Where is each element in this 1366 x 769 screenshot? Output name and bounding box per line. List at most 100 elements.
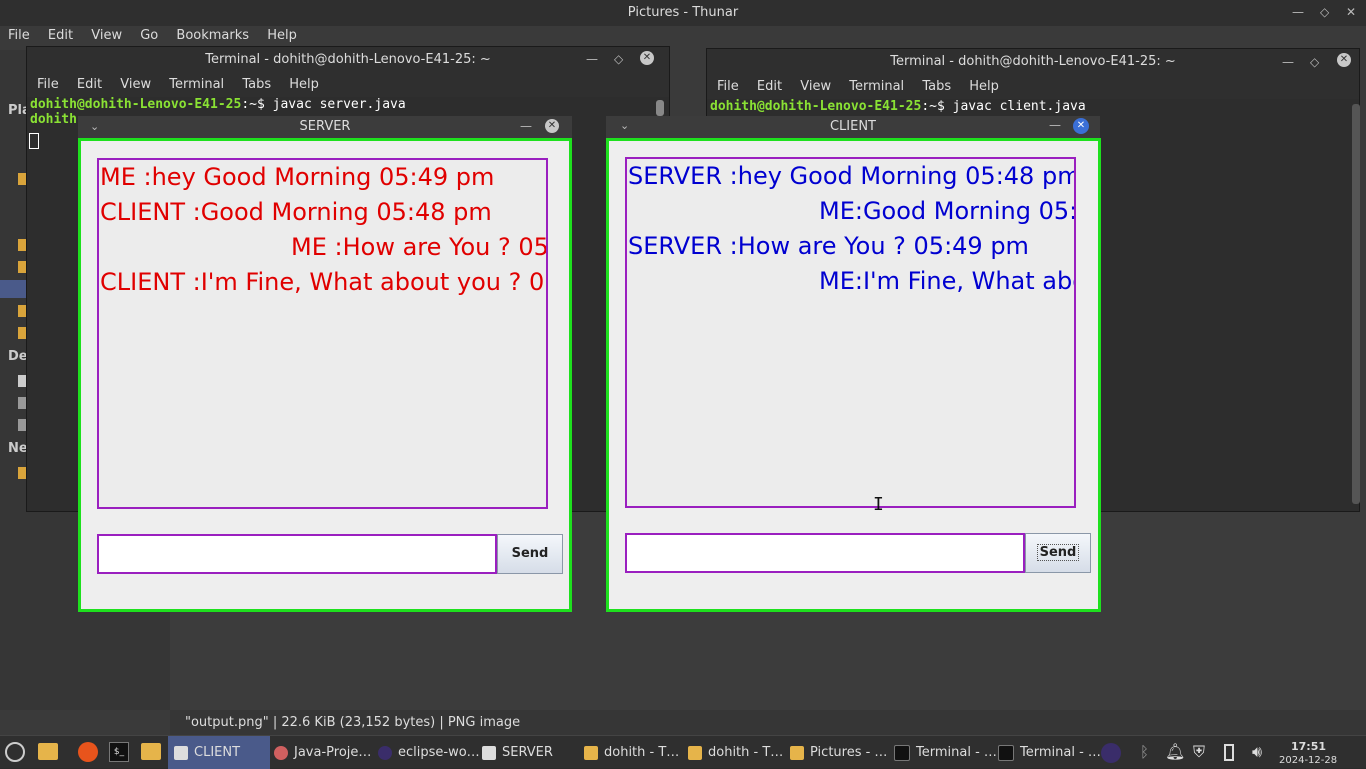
message-line: ME:Good Morning 05:48 pm (819, 197, 1074, 225)
message-line: CLIENT :Good Morning 05:48 pm (100, 198, 492, 226)
menu-file[interactable]: File (8, 28, 30, 43)
terminal-close-icon[interactable]: ✕ (1337, 53, 1351, 67)
terminal-menubar: File Edit View Terminal Tabs Help (27, 73, 669, 97)
client-message-input[interactable] (625, 533, 1025, 573)
clock-date[interactable]: 2024-12-28 (1279, 755, 1337, 766)
terminal-menubar: File Edit View Terminal Tabs Help (707, 75, 1359, 99)
menu-go[interactable]: Go (140, 28, 158, 43)
menu-terminal[interactable]: Terminal (849, 79, 904, 94)
message-line: CLIENT :I'm Fine, What about you ? 05:49… (100, 268, 546, 296)
terminal-cwd: :~$ (241, 97, 273, 112)
taskbar-item-label: dohith - T… (708, 745, 784, 760)
show-desktop-icon[interactable] (38, 743, 58, 760)
terminal-maximize-icon[interactable]: ◇ (1310, 55, 1319, 69)
menu-file[interactable]: File (37, 77, 59, 92)
message-line: SERVER :hey Good Morning 05:48 pm (628, 162, 1076, 190)
menu-help[interactable]: Help (267, 28, 297, 43)
taskbar-item-label: Pictures - … (810, 745, 888, 760)
eclipse-icon (378, 745, 392, 760)
terminal-close-icon[interactable]: ✕ (640, 51, 654, 65)
taskbar-item-dohith-1[interactable]: dohith - T… (584, 736, 684, 769)
scrollbar-track[interactable] (1352, 104, 1360, 504)
client-send-button[interactable]: Send (1025, 533, 1091, 573)
menu-edit[interactable]: Edit (757, 79, 782, 94)
menu-view[interactable]: View (120, 77, 151, 92)
server-message-input[interactable] (97, 534, 497, 574)
thunar-minimize-icon[interactable]: — (1292, 5, 1304, 19)
taskbar-item-label: Terminal - … (916, 745, 997, 760)
folder-icon[interactable] (18, 261, 26, 273)
drive-icon[interactable] (18, 419, 26, 431)
terminal-output[interactable]: dohith@dohith-Lenovo-E41-25:~$ javac cli… (707, 99, 1359, 114)
taskbar-item-pictures[interactable]: Pictures - … (790, 736, 890, 769)
taskbar-item-server[interactable]: SERVER (482, 736, 582, 769)
client-close-icon[interactable]: ✕ (1073, 118, 1089, 134)
menu-view[interactable]: View (800, 79, 831, 94)
taskbar-item-client[interactable]: CLIENT (168, 736, 270, 769)
client-message-area[interactable]: SERVER :hey Good Morning 05:48 pm ME:Goo… (625, 157, 1076, 508)
message-line: ME:I'm Fine, What about you ? 05:49 pm (819, 267, 1074, 295)
thunar-statusbar: "output.png" | 22.6 KiB (23,152 bytes) |… (170, 710, 1366, 735)
taskbar-item-label: CLIENT (194, 745, 241, 760)
server-window: ME :hey Good Morning 05:49 pm CLIENT :Go… (78, 138, 572, 612)
taskbar-item-label: dohith - T… (604, 745, 680, 760)
folder-icon[interactable] (18, 239, 26, 251)
window-menu-icon[interactable]: ⌄ (620, 119, 629, 132)
server-message-area[interactable]: ME :hey Good Morning 05:49 pm CLIENT :Go… (97, 158, 548, 509)
menu-view[interactable]: View (91, 28, 122, 43)
server-minimize-icon[interactable]: — (520, 119, 532, 133)
server-title: SERVER (78, 116, 572, 138)
bluetooth-icon[interactable]: ᛒ (1140, 743, 1149, 761)
taskbar: $_ CLIENT Java-Proje… eclipse-wo… SERVER… (0, 735, 1366, 769)
terminal-launcher-icon[interactable]: $_ (109, 742, 129, 762)
menu-tabs[interactable]: Tabs (922, 79, 951, 94)
folder-icon[interactable] (18, 305, 26, 317)
menu-help[interactable]: Help (289, 77, 319, 92)
battery-icon[interactable] (1224, 744, 1234, 761)
terminal-minimize-icon[interactable]: — (1282, 55, 1294, 69)
taskbar-item-dohith-2[interactable]: dohith - T… (688, 736, 788, 769)
network-icon[interactable] (18, 467, 26, 479)
folder-icon[interactable] (18, 327, 26, 339)
taskbar-item-label: Terminal - … (1020, 745, 1101, 760)
folder-icon (688, 745, 702, 760)
terminal-minimize-icon[interactable]: — (586, 52, 598, 66)
clock-time[interactable]: 17:51 (1291, 740, 1326, 753)
window-menu-icon[interactable]: ⌄ (90, 120, 99, 133)
menu-edit[interactable]: Edit (77, 77, 102, 92)
menu-file[interactable]: File (717, 79, 739, 94)
scrollbar-thumb[interactable] (656, 100, 664, 116)
drive-icon[interactable] (18, 375, 26, 387)
taskbar-item-terminal-1[interactable]: Terminal - … (894, 736, 997, 769)
client-minimize-icon[interactable]: — (1049, 118, 1061, 132)
taskbar-item-terminal-2[interactable]: Terminal - … (998, 736, 1101, 769)
terminal-icon (894, 744, 910, 761)
server-close-icon[interactable]: ✕ (545, 119, 559, 133)
notifications-icon[interactable]: 🔔︎ (1165, 742, 1185, 761)
server-titlebar[interactable]: SERVER (78, 116, 572, 138)
thunar-title: Pictures - Thunar (0, 0, 1366, 26)
terminal-maximize-icon[interactable]: ◇ (614, 52, 623, 66)
client-titlebar[interactable]: CLIENT (606, 116, 1100, 138)
sidebar-item-selected[interactable] (0, 280, 26, 298)
menu-terminal[interactable]: Terminal (169, 77, 224, 92)
thunar-maximize-icon[interactable]: ◇ (1320, 5, 1329, 19)
menu-tabs[interactable]: Tabs (242, 77, 271, 92)
message-line: ME :How are You ? 05:49 pm (291, 233, 548, 261)
folder-icon[interactable] (18, 173, 26, 185)
thunar-menubar: File Edit View Go Bookmarks Help (0, 28, 303, 48)
volume-icon[interactable]: 🔊︎ (1252, 742, 1262, 762)
drive-icon[interactable] (18, 397, 26, 409)
menu-icon[interactable] (5, 742, 25, 762)
server-send-button[interactable]: Send (497, 534, 563, 574)
firefox-icon[interactable] (78, 742, 98, 762)
files-icon[interactable] (141, 743, 161, 760)
update-shield-icon[interactable]: ⛨ (1193, 742, 1205, 762)
eclipse-tray-icon[interactable] (1101, 743, 1121, 763)
menu-edit[interactable]: Edit (48, 28, 73, 43)
thunar-close-icon[interactable]: ✕ (1346, 5, 1356, 19)
taskbar-item-eclipse[interactable]: eclipse-wo… (378, 736, 480, 769)
taskbar-item-java-project[interactable]: Java-Proje… (274, 736, 374, 769)
menu-help[interactable]: Help (969, 79, 999, 94)
menu-bookmarks[interactable]: Bookmarks (176, 28, 249, 43)
